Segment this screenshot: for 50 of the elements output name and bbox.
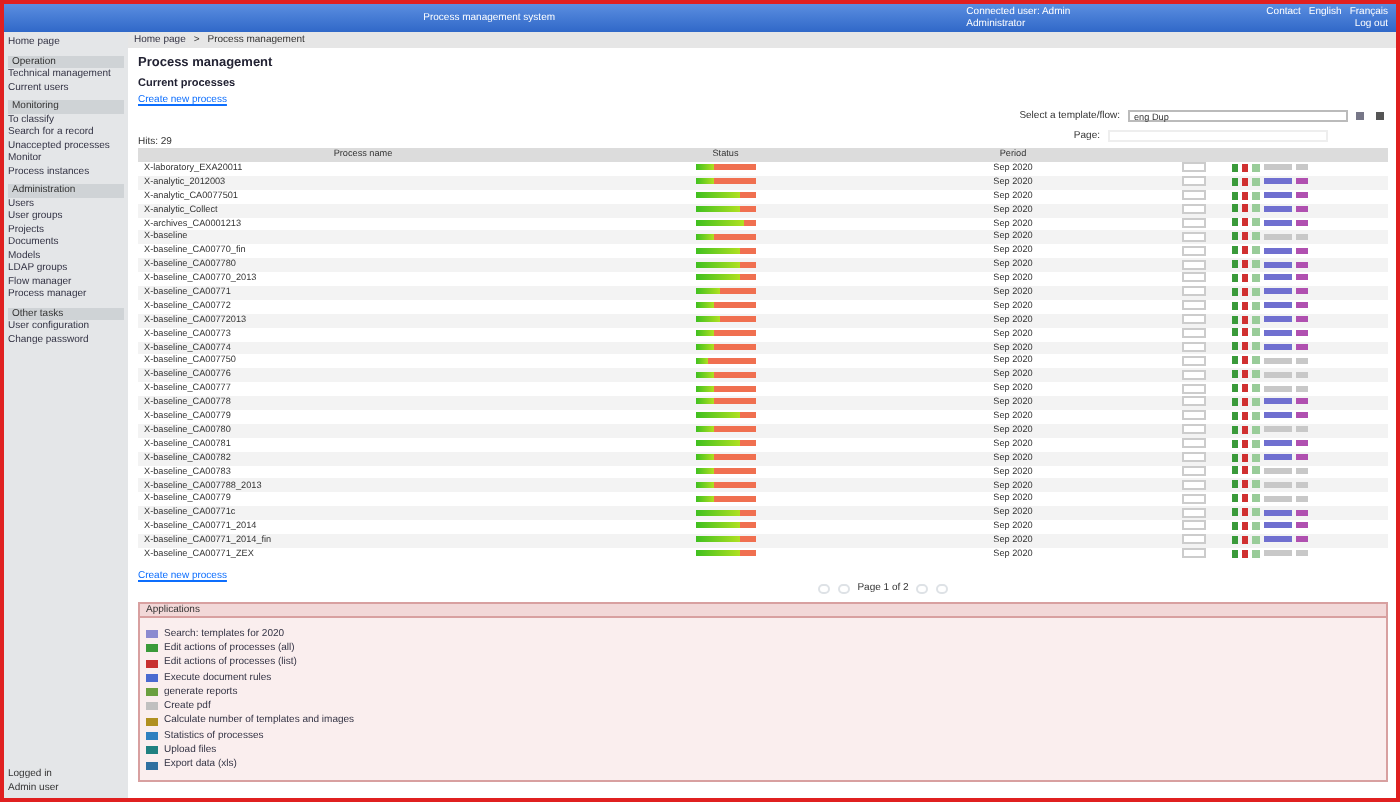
actions-icon[interactable] xyxy=(1263,509,1292,516)
actions-icon[interactable] xyxy=(1263,398,1292,405)
actions-icon[interactable] xyxy=(1263,440,1292,447)
input-field[interactable] xyxy=(1182,465,1207,476)
input-field[interactable] xyxy=(1182,245,1207,256)
actions-icon[interactable] xyxy=(1263,343,1292,350)
actions-icon[interactable] xyxy=(1263,192,1292,199)
actions-icon[interactable] xyxy=(1263,261,1292,268)
save-icon[interactable] xyxy=(1356,111,1364,120)
delete-icon[interactable] xyxy=(1376,111,1384,120)
input-field[interactable] xyxy=(1182,217,1207,228)
actions-icon[interactable] xyxy=(1263,219,1292,226)
input-field[interactable] xyxy=(1182,259,1207,270)
input-field[interactable] xyxy=(1182,438,1207,449)
input-field[interactable] xyxy=(1182,534,1207,545)
input-field[interactable] xyxy=(1182,272,1207,283)
input-field[interactable] xyxy=(1182,300,1207,311)
input-field[interactable] xyxy=(1182,369,1207,380)
actions-icon[interactable] xyxy=(1263,247,1292,254)
actions-icon[interactable] xyxy=(1263,412,1292,419)
input-field[interactable] xyxy=(1182,452,1207,462)
input-field[interactable] xyxy=(1182,520,1207,531)
input-field[interactable] xyxy=(1182,493,1207,504)
input-field[interactable] xyxy=(1182,410,1207,421)
actions-icon[interactable] xyxy=(1263,316,1292,323)
actions-icon[interactable] xyxy=(1263,302,1292,309)
actions-icon[interactable] xyxy=(1263,522,1292,529)
actions-icon[interactable] xyxy=(1263,454,1292,460)
input-field[interactable] xyxy=(1182,341,1207,352)
input-field[interactable] xyxy=(1182,424,1207,435)
actions-icon[interactable] xyxy=(1263,288,1292,295)
input-field[interactable] xyxy=(1182,327,1207,338)
actions-icon[interactable] xyxy=(1263,329,1292,336)
actions-icon[interactable] xyxy=(1263,205,1292,212)
input-field[interactable] xyxy=(1182,355,1207,366)
input-field[interactable] xyxy=(1182,231,1207,242)
input-field[interactable] xyxy=(1182,203,1207,214)
input-field[interactable] xyxy=(1182,548,1207,559)
actions-icon[interactable] xyxy=(1263,178,1292,185)
input-field[interactable] xyxy=(1182,479,1207,490)
input-field[interactable] xyxy=(1182,507,1207,518)
actions-icon[interactable] xyxy=(1263,536,1292,543)
input-field[interactable] xyxy=(1182,314,1207,325)
actions-icon[interactable] xyxy=(1263,274,1292,281)
input-field[interactable] xyxy=(1182,190,1207,201)
input-field[interactable] xyxy=(1182,162,1207,173)
input-field[interactable] xyxy=(1182,396,1207,407)
input-field[interactable] xyxy=(1182,383,1207,394)
input-field[interactable] xyxy=(1182,286,1207,297)
input-field[interactable] xyxy=(1182,176,1207,187)
